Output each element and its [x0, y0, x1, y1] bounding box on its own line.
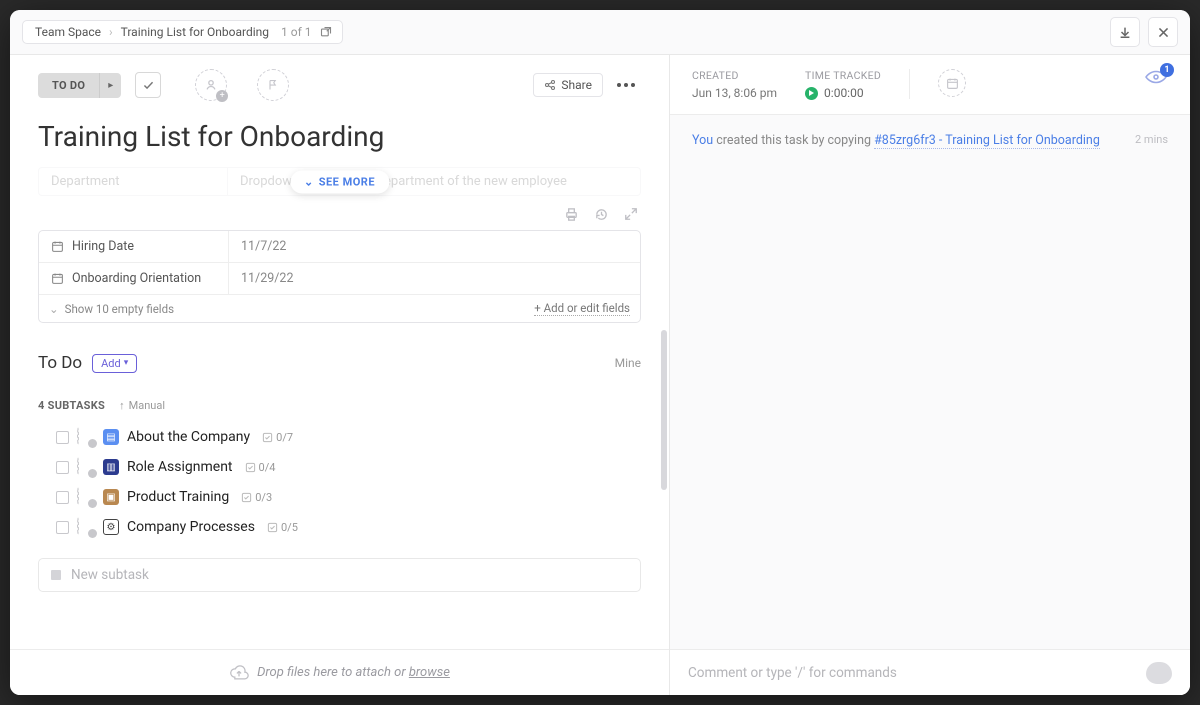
gear-icon: ⚙ [103, 519, 119, 535]
subtask-title: About the Company [127, 429, 250, 445]
activity-actor[interactable]: You [692, 133, 713, 148]
complete-button[interactable] [135, 72, 161, 98]
status-next-button[interactable]: ▸ [99, 73, 121, 98]
filter-mine[interactable]: Mine [615, 356, 641, 370]
add-edit-fields[interactable]: + Add or edit fields [534, 301, 630, 316]
field-value[interactable]: 11/29/22 [229, 263, 640, 294]
checkbox[interactable] [56, 431, 69, 444]
chevron-down-icon: ⌄ [304, 175, 314, 188]
print-icon[interactable] [563, 206, 579, 222]
assignee-add[interactable]: + [195, 69, 227, 101]
calendar-icon [51, 272, 64, 285]
subtask-row[interactable]: ▤ About the Company 0/7 [10, 422, 669, 452]
cloud-upload-icon [229, 665, 249, 681]
checkbox[interactable] [56, 461, 69, 474]
assignee-icon[interactable] [77, 458, 95, 476]
subtasks-count: 4 SUBTASKS [38, 399, 105, 412]
close-button[interactable] [1148, 17, 1178, 47]
watchers-count: 1 [1160, 63, 1174, 77]
activity-feed: You created this task by copying #85zrg6… [670, 115, 1190, 649]
chevron-right-icon: › [109, 25, 113, 39]
plus-icon: + [216, 90, 228, 102]
subtask-progress: 0/3 [241, 491, 272, 504]
share-label: Share [561, 78, 592, 92]
subtask-row[interactable]: ⚙ Company Processes 0/5 [10, 512, 669, 542]
comment-icon[interactable] [1146, 662, 1172, 684]
due-date-add[interactable] [938, 69, 966, 97]
add-subtask-button[interactable]: Add ▾ [92, 354, 137, 373]
play-icon[interactable] [805, 87, 818, 100]
breadcrumb-space: Team Space [35, 25, 101, 39]
assignee-icon[interactable] [77, 428, 95, 446]
time-value: 0:00:00 [824, 86, 864, 100]
status-button[interactable]: TO DO [38, 73, 99, 98]
task-main-panel: TO DO ▸ + Share [10, 55, 670, 695]
custom-fields: Hiring Date 11/7/22 Onboarding Orientati… [38, 230, 641, 323]
assignee-icon[interactable] [77, 518, 95, 536]
checkbox[interactable] [56, 491, 69, 504]
section-title: To Do [38, 353, 82, 373]
separator [909, 69, 910, 99]
more-menu-button[interactable] [611, 77, 641, 93]
meta-created: CREATED Jun 13, 8:06 pm [692, 69, 777, 100]
status-control[interactable]: TO DO ▸ [38, 73, 121, 98]
browse-link[interactable]: browse [409, 665, 450, 680]
subtask-title: Product Training [127, 489, 229, 505]
see-more-button[interactable]: ⌄ SEE MORE [290, 170, 389, 193]
subtasks-sort[interactable]: ↑ Manual [119, 399, 165, 412]
show-empty-fields[interactable]: Show 10 empty fields [65, 302, 174, 316]
activity-time: 2 mins [1135, 133, 1168, 146]
subtask-title: Company Processes [127, 519, 255, 535]
meta-time-tracked[interactable]: TIME TRACKED 0:00:00 [805, 69, 881, 100]
list-icon: ▤ [103, 429, 119, 445]
list-icon: ▣ [103, 489, 119, 505]
history-icon[interactable] [593, 206, 609, 222]
chevron-down-icon[interactable]: ⌄ [49, 302, 59, 316]
field-label: Hiring Date [72, 239, 134, 254]
breadcrumb-bar: Team Space › Training List for Onboardin… [10, 10, 1190, 55]
popout-icon[interactable] [320, 26, 332, 38]
checkbox[interactable] [56, 521, 69, 534]
subtask-progress: 0/5 [267, 521, 298, 534]
calendar-icon [51, 240, 64, 253]
scrollbar[interactable] [661, 330, 667, 490]
field-label: Onboarding Orientation [72, 271, 201, 286]
field-value[interactable]: 11/7/22 [229, 231, 640, 262]
minimize-button[interactable] [1110, 17, 1140, 47]
list-icon: ▥ [103, 459, 119, 475]
share-button[interactable]: Share [533, 73, 603, 97]
subtask-progress: 0/4 [245, 461, 276, 474]
watchers-button[interactable]: 1 [1144, 69, 1168, 85]
field-row[interactable]: Onboarding Orientation 11/29/22 [39, 262, 640, 294]
subtask-row[interactable]: ▣ Product Training 0/3 [10, 482, 669, 512]
subtask-title: Role Assignment [127, 459, 233, 475]
chevron-down-icon: ▾ [124, 358, 129, 368]
attachment-dropzone[interactable]: Drop files here to attach or browse [10, 649, 669, 695]
square-icon [51, 570, 61, 580]
breadcrumb[interactable]: Team Space › Training List for Onboardin… [22, 20, 343, 44]
comment-input[interactable]: Comment or type '/' for commands [670, 649, 1190, 695]
breadcrumb-count: 1 of 1 [281, 25, 311, 39]
activity-link[interactable]: #85zrg6fr3 - Training List for Onboardin… [874, 133, 1100, 149]
field-row[interactable]: Hiring Date 11/7/22 [39, 231, 640, 262]
task-modal: Team Space › Training List for Onboardin… [10, 10, 1190, 695]
subtask-row[interactable]: ▥ Role Assignment 0/4 [10, 452, 669, 482]
priority-add[interactable] [257, 69, 289, 101]
task-title[interactable]: Training List for Onboarding [10, 120, 669, 167]
arrow-up-icon: ↑ [119, 399, 125, 412]
assignee-icon[interactable] [77, 488, 95, 506]
task-side-panel: CREATED Jun 13, 8:06 pm TIME TRACKED 0:0… [670, 55, 1190, 695]
subtask-progress: 0/7 [262, 431, 293, 444]
activity-entry: You created this task by copying #85zrg6… [692, 133, 1168, 148]
expand-icon[interactable] [623, 206, 639, 222]
new-subtask-input[interactable]: New subtask [38, 558, 641, 592]
breadcrumb-item: Training List for Onboarding [121, 25, 269, 39]
